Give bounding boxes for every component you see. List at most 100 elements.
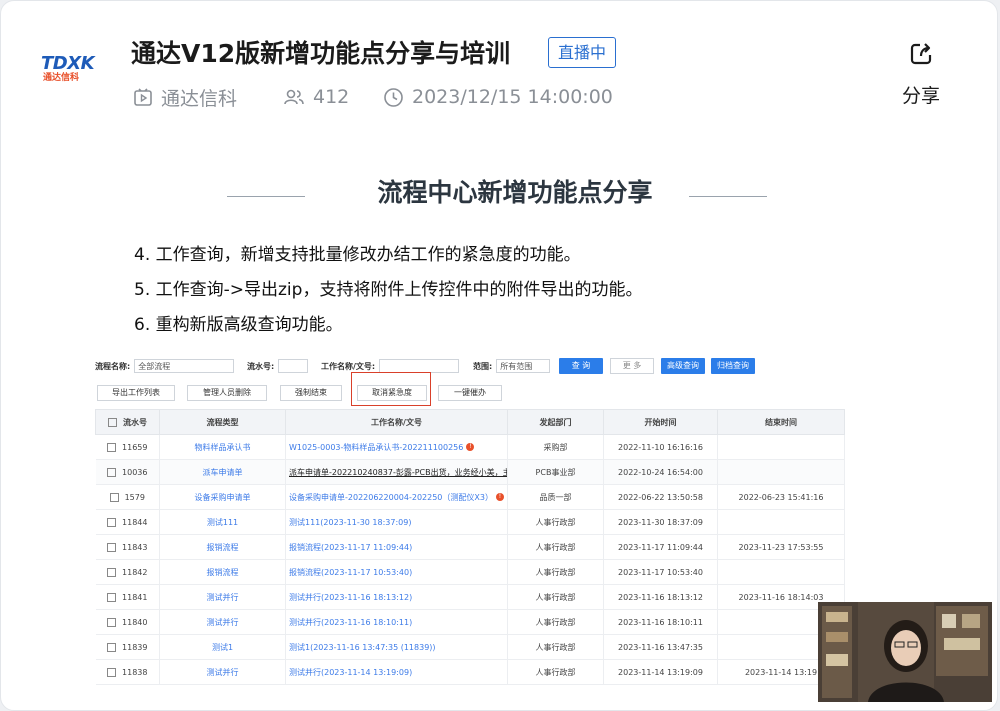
row-serial[interactable]: 11844 [95, 509, 160, 535]
table-row[interactable]: 11841 测试并行 测试并行(2023-11-16 18:13:12) 人事行政部 2… [95, 584, 845, 610]
row-work-name[interactable]: 测试并行(2023-11-14 13:19:09) [285, 659, 508, 685]
advanced-query-button[interactable]: 高级查询 [661, 358, 705, 374]
table-row[interactable]: 11840 测试并行 测试并行(2023-11-16 18:10:11) 人事行政部 2… [95, 609, 845, 635]
urgent-badge-icon: ! [466, 443, 475, 451]
table-row[interactable]: 11844 测试111 测试111(2023-11-30 18:37:09) 人事行政… [95, 509, 845, 535]
table-row[interactable]: 1579 设备采购申请单 设备采购申请单-202206220004-202250（测… [95, 484, 845, 510]
admin-delete-button[interactable]: 管理人员删除 [187, 385, 267, 401]
row-dept: 人事行政部 [507, 534, 604, 560]
row-start-time: 2023-11-16 18:13:12 [603, 584, 718, 610]
row-end-time: 2022-06-23 15:41:16 [717, 484, 845, 510]
table-row[interactable]: 11839 测试1 测试1(2023-11-16 13:47:35 (11839))… [95, 634, 845, 660]
row-dept: 人事行政部 [507, 509, 604, 535]
checkbox-icon[interactable] [107, 467, 117, 477]
row-flow-type[interactable]: 测试111 [159, 509, 286, 535]
row-work-name[interactable]: W1025-0003-物料样品承认书-202211100256! [285, 434, 508, 460]
row-work-name[interactable]: 测试并行(2023-11-16 18:10:11) [285, 609, 508, 635]
query-button[interactable]: 查 询 [559, 358, 603, 374]
share-button[interactable]: 分享 [895, 41, 947, 108]
row-flow-type[interactable]: 报销流程 [159, 559, 286, 585]
stream-title: 通达V12版新增功能点分享与培训 [131, 39, 511, 68]
slide-points: 4. 工作查询，新增支持批量修改办结工作的紧急度的功能。 5. 工作查询->导出… [134, 243, 642, 348]
row-serial[interactable]: 11839 [95, 634, 160, 660]
urgent-badge-icon: ! [495, 493, 504, 501]
row-flow-type[interactable]: 测试1 [159, 634, 286, 660]
force-end-button[interactable]: 强制结束 [280, 385, 342, 401]
flow-name-select[interactable]: 全部流程 [134, 359, 235, 373]
checkbox-icon[interactable] [107, 517, 117, 527]
slide-point: 6. 重构新版高级查询功能。 [134, 315, 343, 335]
checkbox-icon[interactable] [108, 417, 117, 427]
checkbox-icon[interactable] [107, 592, 117, 602]
highlight-box [351, 372, 431, 406]
logo-subtitle: 通达信科 [43, 73, 80, 83]
row-work-name[interactable]: 报销流程(2023-11-17 10:53:40) [285, 559, 508, 585]
row-serial[interactable]: 10036 [95, 459, 160, 485]
table-row[interactable]: 11843 报销流程 报销流程(2023-11-17 11:09:44) 人事行政部 2… [95, 534, 845, 560]
live-badge: 直播中 [548, 37, 616, 68]
column-header-name[interactable]: 工作名称/文号 [285, 409, 508, 435]
column-header-end[interactable]: 结束时间 [717, 409, 845, 435]
row-flow-type[interactable]: 设备采购申请单 [159, 484, 286, 510]
column-header-start[interactable]: 开始时间 [603, 409, 718, 435]
table-row[interactable]: 11842 报销流程 报销流程(2023-11-17 10:53:40) 人事行政部 2… [95, 559, 845, 585]
scope-select[interactable]: 所有范围 [496, 359, 551, 373]
archive-query-button[interactable]: 归档查询 [711, 358, 755, 374]
live-stream-card: TDXK 通达信科 通达V12版新增功能点分享与培训 直播中 通达信科 412 … [0, 0, 998, 711]
row-flow-type[interactable]: 派车申请单 [159, 459, 286, 485]
column-header-serial[interactable]: 流水号 [95, 409, 160, 435]
export-list-button[interactable]: 导出工作列表 [97, 385, 175, 401]
row-serial[interactable]: 11842 [95, 559, 160, 585]
row-serial[interactable]: 11843 [95, 534, 160, 560]
one-click-remind-button[interactable]: 一键催办 [438, 385, 502, 401]
more-button[interactable]: 更 多 [610, 358, 654, 374]
checkbox-icon[interactable] [107, 542, 117, 552]
table-row[interactable]: 11659 物料样品承认书 W1025-0003-物料样品承认书-202211100… [95, 434, 845, 460]
row-dept: 人事行政部 [507, 609, 604, 635]
serial-input[interactable] [278, 359, 309, 373]
column-header-dept[interactable]: 发起部门 [507, 409, 604, 435]
serial-filter: 流水号: [247, 358, 309, 374]
webcam-image [818, 602, 992, 702]
checkbox-icon[interactable] [107, 642, 117, 652]
row-flow-type[interactable]: 测试并行 [159, 584, 286, 610]
table-row[interactable]: 10036 派车申请单 派车申请单-202210240837-彭露-PCB出货，业务… [95, 459, 845, 485]
row-work-name[interactable]: 测试1(2023-11-16 13:47:35 (11839)) [285, 634, 508, 660]
checkbox-icon[interactable] [107, 567, 117, 577]
checkbox-icon[interactable] [109, 492, 119, 502]
row-serial[interactable]: 11841 [95, 584, 160, 610]
row-flow-type[interactable]: 测试并行 [159, 659, 286, 685]
row-end-time [717, 459, 845, 485]
row-serial[interactable]: 11659 [95, 434, 160, 460]
row-serial[interactable]: 1579 [95, 484, 160, 510]
row-end-time: 2023-11-23 17:53:55 [717, 534, 845, 560]
play-icon [134, 88, 152, 106]
row-serial[interactable]: 11840 [95, 609, 160, 635]
table-row[interactable]: 11838 测试并行 测试并行(2023-11-14 13:19:09) 人事行政部 2… [95, 659, 845, 685]
row-start-time: 2023-11-14 13:19:09 [603, 659, 718, 685]
work-name-input[interactable] [379, 359, 460, 373]
checkbox-icon[interactable] [107, 617, 117, 627]
row-flow-type[interactable]: 物料样品承认书 [159, 434, 286, 460]
row-start-time: 2022-11-10 16:16:16 [603, 434, 718, 460]
row-end-time [717, 509, 845, 535]
users-icon [284, 89, 304, 105]
row-work-name[interactable]: 测试并行(2023-11-16 18:13:12) [285, 584, 508, 610]
row-work-name[interactable]: 设备采购申请单-202206220004-202250（测配仪X3）! [285, 484, 508, 510]
checkbox-icon[interactable] [107, 667, 117, 677]
row-flow-type[interactable]: 报销流程 [159, 534, 286, 560]
row-serial[interactable]: 11838 [95, 659, 160, 685]
row-work-name[interactable]: 派车申请单-202210240837-彭露-PCB出货，业务经小美，主 [285, 459, 508, 485]
presenter-webcam [818, 602, 992, 702]
scope-filter: 范围: 所有范围 [473, 358, 551, 374]
slide-point: 4. 工作查询，新增支持批量修改办结工作的紧急度的功能。 [134, 245, 581, 265]
checkbox-icon[interactable] [107, 442, 117, 452]
channel-info[interactable]: 通达信科 [133, 85, 237, 110]
column-header-type[interactable]: 流程类型 [159, 409, 286, 435]
row-dept: 采购部 [507, 434, 604, 460]
row-work-name[interactable]: 报销流程(2023-11-17 11:09:44) [285, 534, 508, 560]
row-flow-type[interactable]: 测试并行 [159, 609, 286, 635]
row-dept: 人事行政部 [507, 584, 604, 610]
row-end-time [717, 434, 845, 460]
row-work-name[interactable]: 测试111(2023-11-30 18:37:09) [285, 509, 508, 535]
